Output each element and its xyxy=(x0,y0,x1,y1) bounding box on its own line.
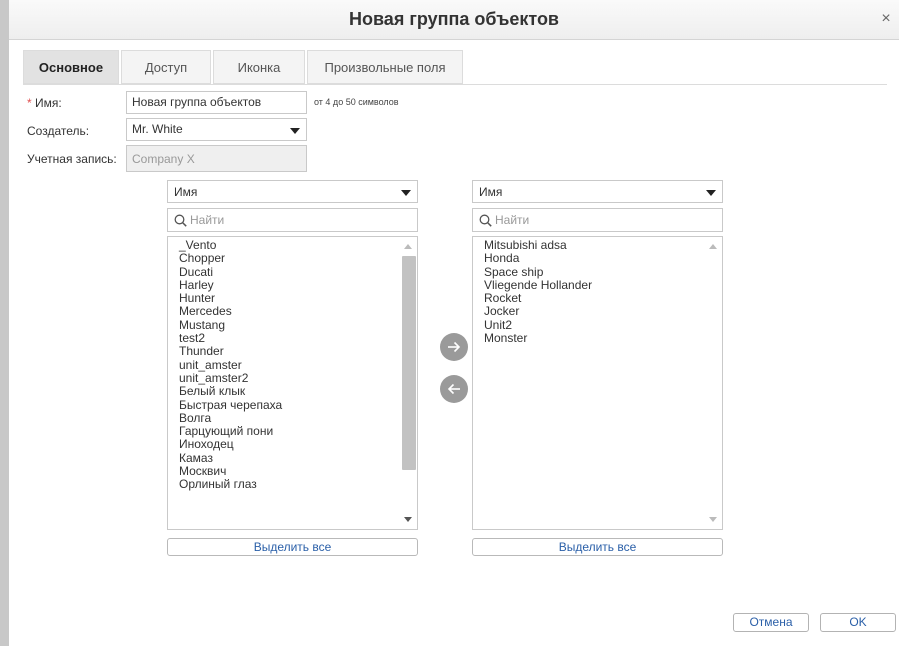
scroll-down-icon[interactable] xyxy=(709,517,717,522)
name-input[interactable]: Новая группа объектов xyxy=(126,91,307,114)
list-item[interactable]: Быстрая черепаха xyxy=(168,398,401,412)
list-item[interactable]: Иноходец xyxy=(168,438,401,452)
scroll-up-icon[interactable] xyxy=(709,244,717,249)
move-right-button[interactable] xyxy=(440,333,468,361)
right-select-all-button[interactable]: Выделить все xyxy=(472,538,723,556)
left-search-placeholder: Найти xyxy=(190,213,225,227)
left-sort-value: Имя xyxy=(174,185,198,199)
list-item[interactable]: Белый клык xyxy=(168,384,401,398)
list-item[interactable]: Mustang xyxy=(168,318,401,332)
list-item[interactable]: Волга xyxy=(168,411,401,425)
scroll-up-icon[interactable] xyxy=(404,244,412,249)
right-list-scrollbar[interactable] xyxy=(707,238,721,528)
dialog-title: Новая группа объектов xyxy=(348,9,559,29)
scroll-thumb[interactable] xyxy=(402,256,416,470)
list-item[interactable]: Vliegende Hollander xyxy=(473,278,706,292)
list-item[interactable]: Space ship xyxy=(473,265,706,279)
name-label: * Имя: xyxy=(27,96,62,110)
tab-icon[interactable]: Иконка xyxy=(213,50,305,84)
cancel-button[interactable]: Отмена xyxy=(733,613,809,632)
list-item[interactable]: _Vento xyxy=(168,238,401,252)
list-item[interactable]: Камаз xyxy=(168,451,401,465)
creator-value: Mr. White xyxy=(132,122,183,136)
left-list-scrollbar[interactable] xyxy=(402,238,416,528)
list-item[interactable]: Rocket xyxy=(473,291,706,305)
list-item[interactable]: Орлиный глаз xyxy=(168,478,401,492)
chevron-down-icon xyxy=(401,190,411,196)
list-item[interactable]: Mercedes xyxy=(168,305,401,319)
list-item[interactable]: unit_amster2 xyxy=(168,371,401,385)
left-select-all-button[interactable]: Выделить все xyxy=(167,538,418,556)
account-field: Company X xyxy=(126,145,307,172)
scroll-down-icon[interactable] xyxy=(404,517,412,522)
list-item[interactable]: Mitsubishi adsa xyxy=(473,238,706,252)
arrow-right-icon xyxy=(448,341,461,353)
search-icon xyxy=(479,214,492,227)
move-left-button[interactable] xyxy=(440,375,468,403)
list-item[interactable]: Unit2 xyxy=(473,318,706,332)
left-sort-select[interactable]: Имя xyxy=(167,180,418,203)
tab-divider xyxy=(23,84,887,85)
tab-bar: Основное Доступ Иконка Произвольные поля xyxy=(23,50,465,84)
list-item[interactable]: Harley xyxy=(168,278,401,292)
search-icon xyxy=(174,214,187,227)
list-item[interactable]: Ducati xyxy=(168,265,401,279)
list-item[interactable]: test2 xyxy=(168,331,401,345)
tab-general[interactable]: Основное xyxy=(23,50,119,84)
chevron-down-icon xyxy=(290,128,300,134)
list-item[interactable]: Гарцующий пони xyxy=(168,424,401,438)
list-item[interactable]: Honda xyxy=(473,251,706,265)
dialog-titlebar: Новая группа объектов × xyxy=(9,0,899,40)
ok-button[interactable]: OK xyxy=(820,613,896,632)
required-mark: * xyxy=(27,96,32,110)
chevron-down-icon xyxy=(706,190,716,196)
tab-custom-fields[interactable]: Произвольные поля xyxy=(307,50,463,84)
new-object-group-dialog: Новая группа объектов × Основное Доступ … xyxy=(9,0,899,646)
list-item[interactable]: unit_amster xyxy=(168,358,401,372)
list-item[interactable]: Москвич xyxy=(168,464,401,478)
left-search-input[interactable]: Найти xyxy=(167,208,418,232)
list-item[interactable]: Jocker xyxy=(473,305,706,319)
available-objects-list[interactable]: _Vento Chopper Ducati Harley Hunter Mercedes M… xyxy=(167,236,418,530)
tab-access[interactable]: Доступ xyxy=(121,50,211,84)
close-button[interactable]: × xyxy=(879,11,893,27)
right-search-input[interactable]: Найти xyxy=(472,208,723,232)
arrow-left-icon xyxy=(447,383,460,395)
name-length-hint: от 4 до 50 символов xyxy=(314,97,399,107)
group-objects-list[interactable]: Mitsubishi adsa Honda Space ship Vliegende … xyxy=(472,236,723,530)
right-sort-select[interactable]: Имя xyxy=(472,180,723,203)
window-left-edge xyxy=(0,0,9,646)
list-item[interactable]: Chopper xyxy=(168,251,401,265)
list-item[interactable]: Thunder xyxy=(168,345,401,359)
creator-label: Создатель: xyxy=(27,124,90,138)
list-item[interactable]: Hunter xyxy=(168,291,401,305)
right-search-placeholder: Найти xyxy=(495,213,530,227)
right-sort-value: Имя xyxy=(479,185,503,199)
list-item[interactable]: Monster xyxy=(473,331,706,345)
account-label: Учетная запись: xyxy=(27,152,117,166)
creator-select[interactable]: Mr. White xyxy=(126,118,307,141)
